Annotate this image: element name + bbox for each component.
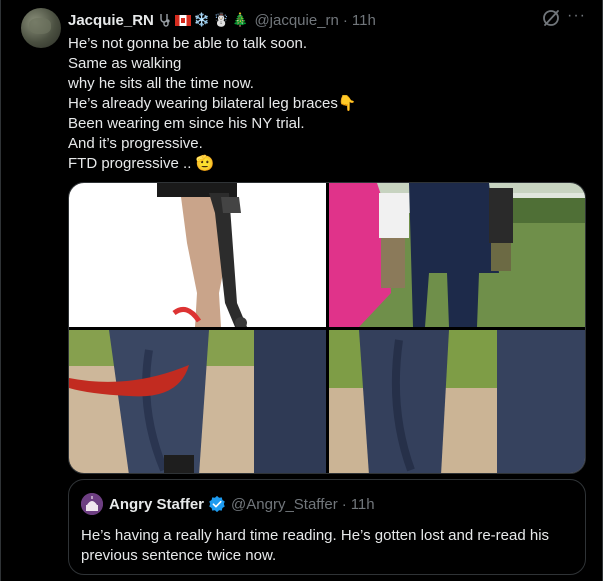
tweet-container: Jacquie_RN ❄️ ☃️ 🎄 @jacquie_rn · 11h ···… bbox=[0, 0, 603, 581]
quoted-tweet[interactable]: Angry Staffer @Angry_Staffer · 11h He’s … bbox=[68, 479, 586, 575]
tweet-line: Been wearing em since his NY trial. bbox=[68, 115, 305, 132]
separator-dot: · bbox=[341, 495, 347, 513]
quote-avatar bbox=[81, 493, 103, 515]
trouser-leg-closeup bbox=[359, 330, 585, 473]
canadian-flag-icon bbox=[174, 14, 191, 26]
tweet-header: Jacquie_RN ❄️ ☃️ 🎄 @jacquie_rn · 11h bbox=[68, 10, 376, 30]
capitol-icon bbox=[81, 493, 103, 515]
quote-header: Angry Staffer @Angry_Staffer · 11h bbox=[109, 494, 375, 514]
leg-brace-illustration bbox=[157, 183, 247, 327]
stethoscope-icon bbox=[160, 14, 170, 27]
grok-icon[interactable] bbox=[541, 8, 561, 28]
quote-author-name[interactable]: Angry Staffer bbox=[109, 496, 204, 513]
tweet-line: FTD progressive .. 🫡 bbox=[68, 155, 215, 172]
media-photo-4[interactable] bbox=[329, 330, 585, 473]
quote-timestamp[interactable]: 11h bbox=[351, 496, 375, 513]
avatar[interactable] bbox=[21, 8, 61, 48]
more-options-icon[interactable]: ··· bbox=[567, 8, 585, 27]
quote-text: He’s having a really hard time reading. … bbox=[81, 527, 550, 564]
snowflake-icon: ❄️ bbox=[193, 12, 211, 27]
tweet-line: why he sits all the time now. bbox=[68, 75, 254, 92]
tweet-line: And it’s progressive. bbox=[68, 135, 203, 152]
tweet-text: He’s not gonna be able to talk soon. Sam… bbox=[68, 34, 588, 174]
verified-badge-icon bbox=[209, 495, 225, 513]
snowman-icon: ☃️ bbox=[213, 12, 230, 27]
media-grid bbox=[68, 182, 586, 474]
media-photo-3[interactable] bbox=[69, 330, 326, 473]
media-photo-2[interactable] bbox=[329, 183, 585, 327]
quote-author-handle[interactable]: @Angry_Staffer bbox=[231, 496, 338, 513]
tweet-line: Same as walking bbox=[68, 55, 182, 72]
timestamp[interactable]: 11h bbox=[352, 12, 376, 29]
tweet-line: He’s already wearing bilateral leg brace… bbox=[68, 95, 357, 112]
author-handle[interactable]: @jacquie_rn bbox=[254, 12, 338, 29]
name-emojis: ❄️ ☃️ 🎄 bbox=[158, 12, 249, 28]
media-photo-1[interactable] bbox=[69, 183, 326, 327]
tweet-line: He’s not gonna be able to talk soon. bbox=[68, 35, 308, 52]
trouser-leg-closeup bbox=[69, 330, 326, 473]
lawn-scene bbox=[329, 183, 585, 327]
separator-dot: · bbox=[342, 11, 348, 29]
author-name[interactable]: Jacquie_RN bbox=[68, 12, 154, 29]
christmas-tree-icon: 🎄 bbox=[232, 12, 249, 27]
